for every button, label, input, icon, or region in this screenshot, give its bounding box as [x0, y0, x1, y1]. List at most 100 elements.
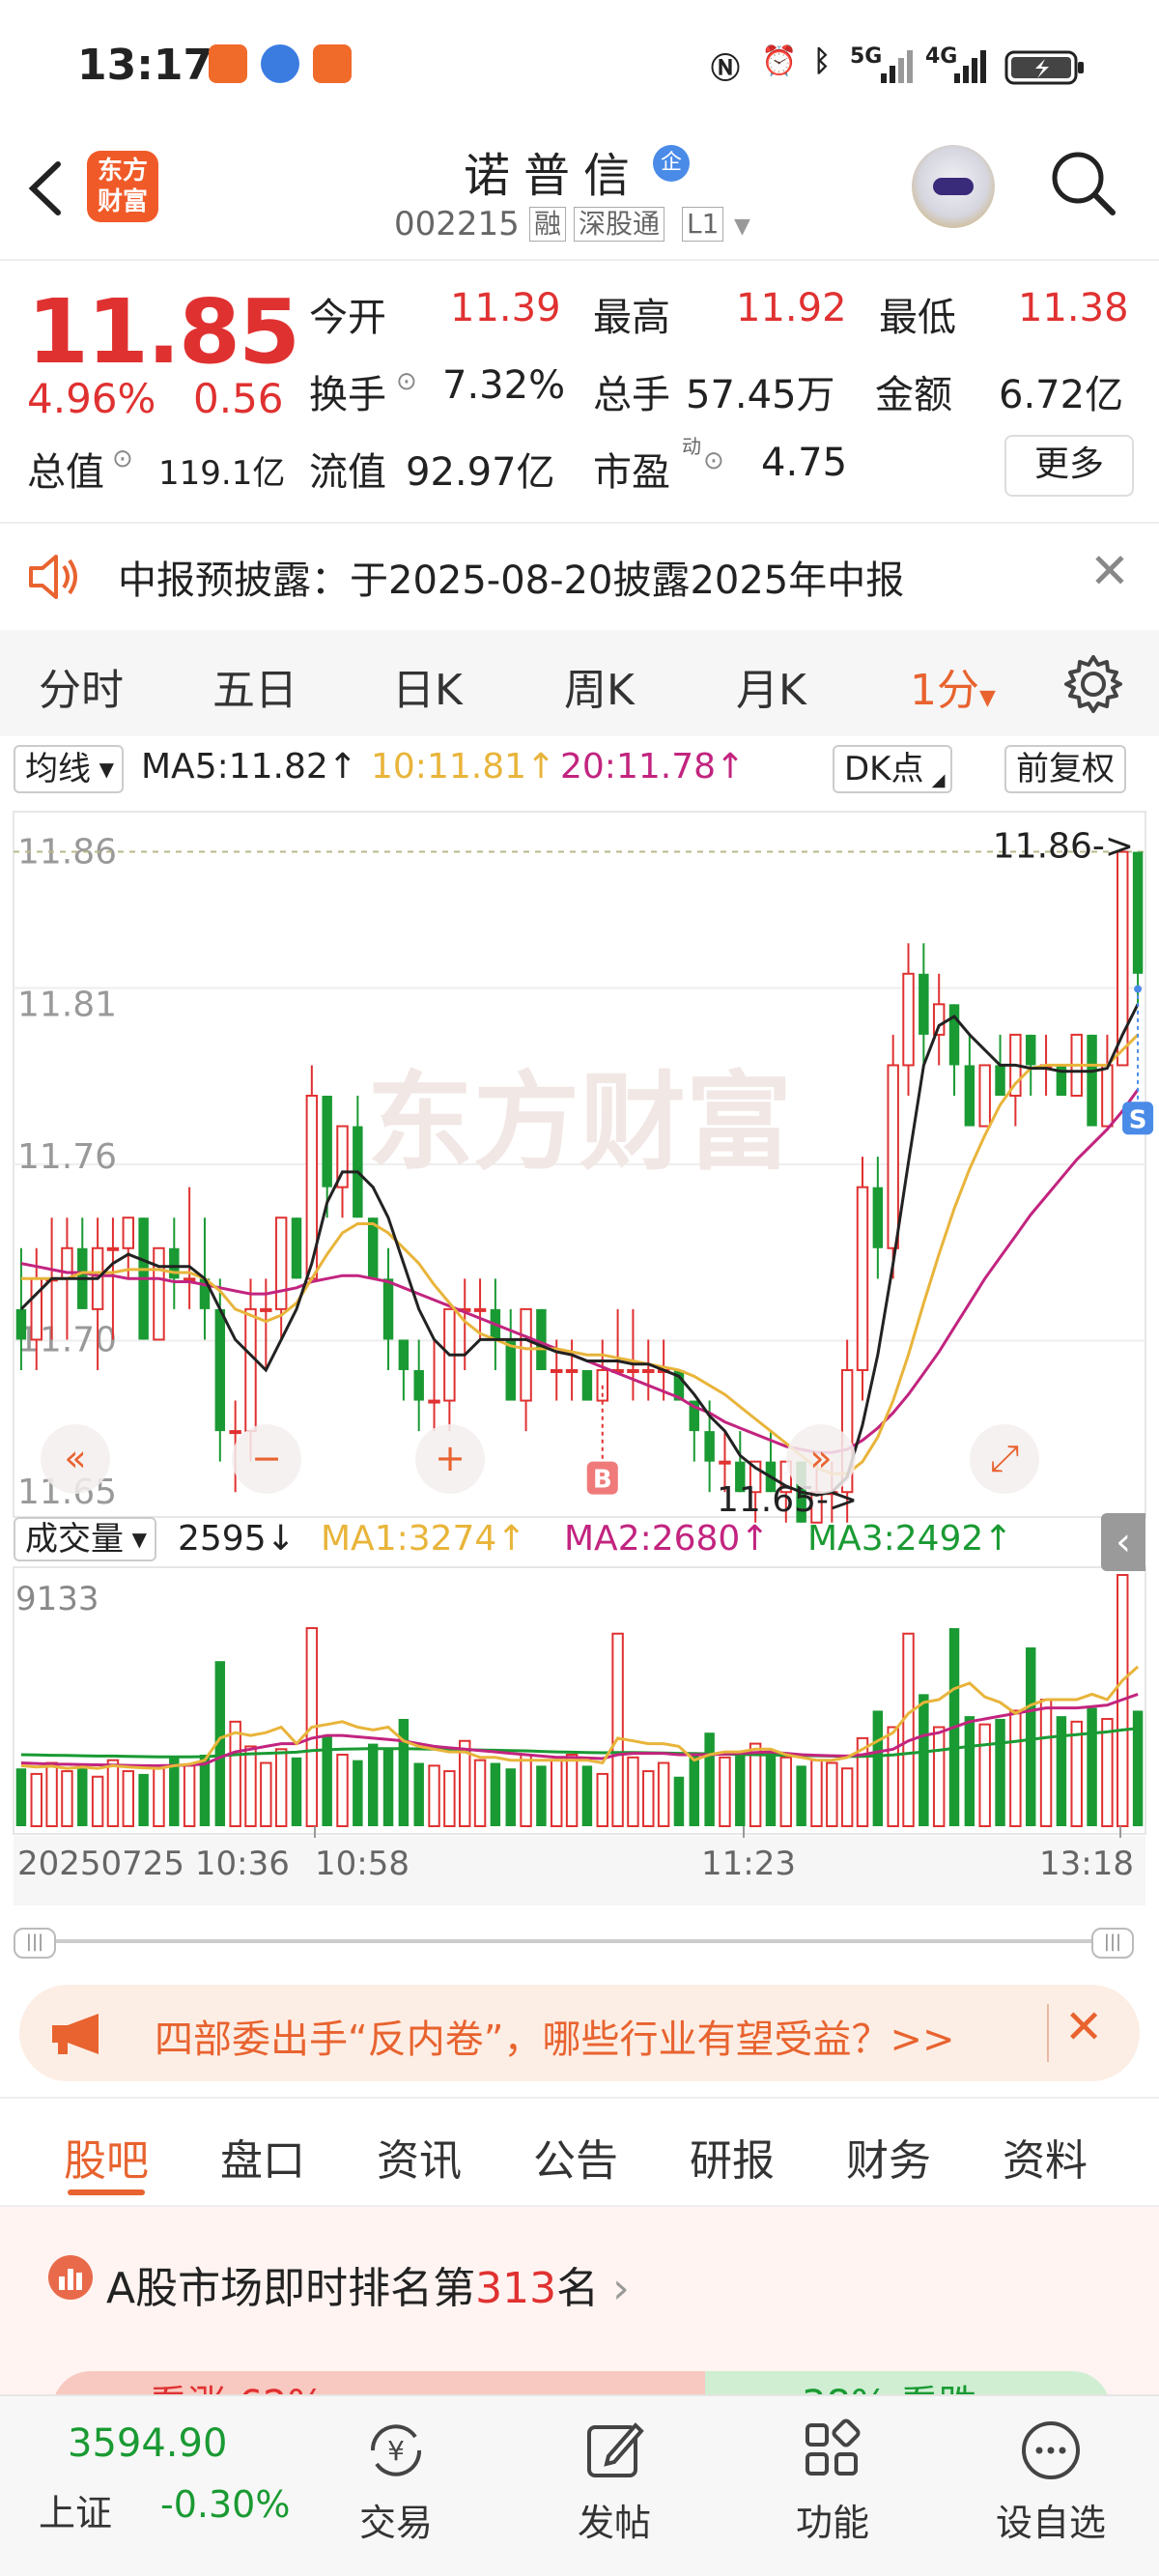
index-value[interactable]: 3594.90 [68, 2421, 227, 2466]
close-icon[interactable]: ✕ [1089, 543, 1130, 599]
scroll-handle-right[interactable]: ||| [1091, 1928, 1134, 1959]
nav-trade[interactable]: ¥ 交易 [328, 2396, 464, 2576]
index-change[interactable]: -0.30% [160, 2483, 290, 2526]
nav-trade-label: 交易 [358, 2502, 433, 2544]
nav-add-watchlist[interactable]: 设自选 [983, 2396, 1118, 2576]
search-icon[interactable] [1049, 149, 1117, 216]
edit-icon [587, 2422, 644, 2477]
info-icon-3[interactable]: ⊙ [703, 446, 724, 475]
tab-announcements[interactable]: 公告 [533, 2126, 618, 2188]
candle-body-up [473, 1307, 487, 1312]
volume-bar-down [398, 1718, 410, 1826]
scroll-handle-left[interactable]: ||| [14, 1928, 56, 1959]
ma5-value: MA5:11.82↑ [141, 747, 357, 787]
volume-bar-up [428, 1764, 440, 1828]
info-icon[interactable]: ⊙ [396, 367, 417, 396]
volume-bar-down [490, 1762, 501, 1826]
collapse-panel-button[interactable]: ‹ [1101, 1513, 1145, 1571]
candle-body-up [153, 1246, 165, 1341]
open-label: 今开 [309, 296, 386, 340]
candle-body-up [274, 1216, 288, 1310]
volume-bar-up [887, 1726, 899, 1828]
dk-point-button[interactable]: DK点 ◢ [833, 745, 953, 793]
volume-bar-up [932, 1726, 946, 1828]
ma-selector[interactable]: 均线 ▼ [14, 745, 124, 793]
tab-five-day[interactable]: 五日 [212, 655, 297, 717]
watermark: 东方财富 [367, 1061, 792, 1185]
volume-value: 2595↓ [178, 1519, 296, 1559]
candle-body-down [536, 1308, 547, 1370]
nfc-icon: Ⓝ [711, 52, 740, 86]
volume-bar-down [919, 1694, 929, 1826]
candle-body-down [398, 1339, 410, 1370]
candle-body-up [61, 1246, 73, 1280]
promo-text: 四部委出手“反内卷”，哪些行业有望受益？>> [155, 2018, 955, 2062]
volume-selector[interactable]: 成交量 ▼ [14, 1517, 156, 1561]
y-tick-label: 11.81 [17, 985, 117, 1024]
adjust-button[interactable]: 前复权 [1004, 745, 1126, 793]
eastmoney-logo[interactable]: 东方 财富 [87, 151, 158, 222]
tab-monthly-k[interactable]: 月K [736, 655, 806, 717]
volume-bar-up [106, 1759, 120, 1827]
back-button[interactable] [21, 155, 68, 233]
tab-profile[interactable]: 资料 [1003, 2126, 1088, 2188]
candle-body-down [322, 1096, 332, 1188]
battery-icon [1004, 50, 1084, 85]
volume-bar-up [274, 1748, 288, 1827]
nav-functions[interactable]: 功能 [765, 2396, 900, 2576]
volume-bar-down [413, 1762, 424, 1826]
candle-body-up [30, 1277, 42, 1341]
ranking-suffix: 名 [556, 2264, 600, 2313]
volume-bar-down [765, 1752, 777, 1826]
tab-pankou[interactable]: 盘口 [220, 2126, 305, 2188]
settings-gear-icon[interactable] [1062, 653, 1124, 715]
nav-post[interactable]: 发帖 [547, 2396, 682, 2576]
high-label: 最高 [593, 296, 670, 340]
chart-scrollbar[interactable]: ||| ||| [14, 1928, 1144, 1959]
notice-banner[interactable]: 中报预披露：于2025-08-20披露2025年中报 ✕ [0, 522, 1159, 632]
tab-1min[interactable]: 1分▼ [910, 655, 996, 717]
chevron-left-icon [28, 161, 61, 215]
ranking-text[interactable]: A股市场即时排名第313名 › [106, 2253, 630, 2315]
tab-weekly-k[interactable]: 周K [564, 655, 635, 717]
close-icon[interactable]: ✕ [1064, 2000, 1103, 2054]
tab-finance[interactable]: 财务 [846, 2126, 931, 2188]
bluetooth-icon: ᛒ [813, 44, 831, 78]
amount-label: 金额 [875, 373, 952, 417]
tab-1min-label: 1分 [910, 666, 979, 715]
tab-guba[interactable]: 股吧 [64, 2126, 149, 2188]
more-dots-icon [1022, 2421, 1080, 2479]
dropdown-caret-icon: ▼ [131, 1528, 147, 1551]
float-cap-label: 流值 [309, 450, 386, 495]
ranking-chart-icon [48, 2255, 93, 2300]
bottom-navigation: 3594.90 上证 -0.30% ¥ 交易 发帖 功能 设自选 [0, 2394, 1159, 2576]
tab-news[interactable]: 资讯 [377, 2126, 462, 2188]
volume-bar-up [520, 1753, 532, 1828]
current-price: 11.85 [27, 280, 300, 384]
candle-body-up [978, 1064, 991, 1128]
chart-controls: « − + » ⤢ [41, 1424, 1039, 1494]
tab-daily-k[interactable]: 日K [392, 655, 463, 717]
candle-body-down [872, 1187, 884, 1248]
tab-intraday[interactable]: 分时 [39, 655, 124, 717]
volume-bar-up [1009, 1709, 1022, 1827]
nav-post-label: 发帖 [577, 2502, 651, 2544]
kline-chart[interactable]: 东方财富 11.8611.8111.7611.7011.65 11.86->11… [0, 802, 1159, 1913]
fullscreen-button-icon: ⤢ [990, 1437, 1019, 1479]
volume-bar-down [382, 1749, 394, 1826]
promo-banner[interactable]: 四部委出手“反内卷”，哪些行业有望受益？>> ✕ [19, 1985, 1140, 2081]
ai-assistant-avatar[interactable] [912, 145, 995, 228]
candle-body-down [505, 1339, 516, 1401]
volume-bar-up [61, 1770, 73, 1827]
more-button[interactable]: 更多 [1004, 435, 1134, 497]
tab-research[interactable]: 研报 [690, 2126, 775, 2188]
dropdown-caret-icon[interactable]: ▼ [734, 215, 750, 239]
turnover-value: 7.32% [442, 363, 566, 408]
info-icon-2[interactable]: ⊙ [112, 444, 133, 473]
change-amount: 0.56 [193, 375, 284, 422]
index-name[interactable]: 上证 [39, 2483, 112, 2536]
dropdown-caret-icon: ▼ [99, 758, 114, 781]
candle-body-down [995, 1065, 1005, 1096]
ranking-prefix: A股市场即时排名第 [106, 2264, 476, 2313]
volume-bar-up [1039, 1699, 1053, 1828]
